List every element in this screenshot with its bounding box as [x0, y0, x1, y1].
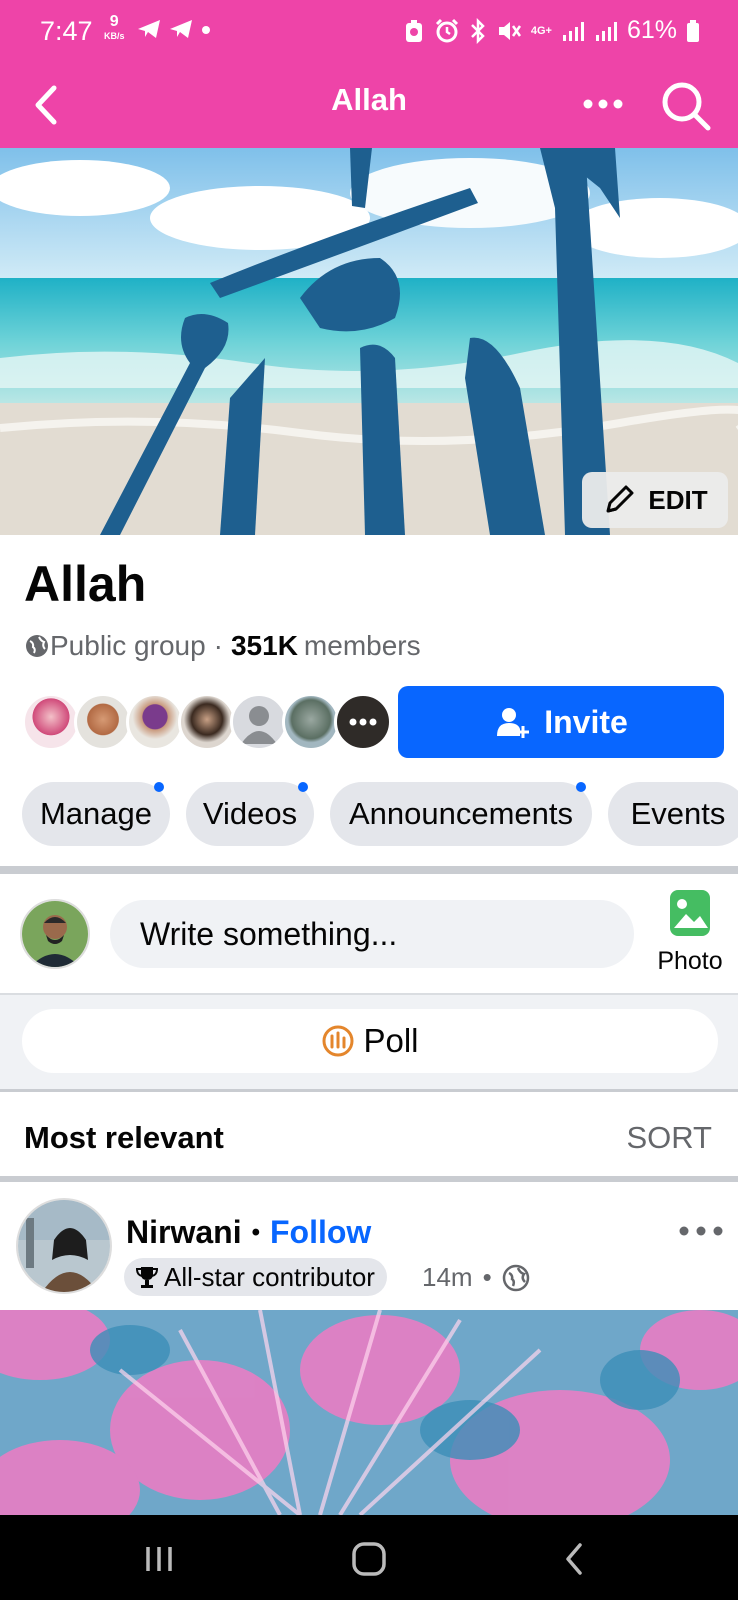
tab-manage[interactable]: Manage	[22, 782, 170, 846]
poll-icon	[322, 1025, 354, 1057]
author-name[interactable]: Nirwani	[126, 1214, 242, 1251]
avatar	[74, 693, 132, 751]
net-speed-unit: KB/s	[104, 31, 125, 41]
battery-icon	[687, 19, 699, 42]
more-horizontal-icon	[349, 718, 377, 726]
trophy-icon	[135, 1267, 159, 1288]
add-person-icon	[497, 708, 530, 738]
divider	[0, 1176, 738, 1182]
photo-button[interactable]: Photo	[645, 888, 735, 978]
meta-separator: ·	[213, 630, 223, 661]
net-speed-value: 9	[109, 13, 119, 30]
notification-dot	[154, 782, 164, 792]
poll-button[interactable]: Poll	[22, 1009, 718, 1073]
avatar-image	[18, 1200, 110, 1292]
battery-level: 61%	[626, 16, 677, 44]
app-header: Allah	[0, 62, 738, 148]
battery-saver-icon	[405, 19, 422, 42]
home-icon[interactable]	[344, 1539, 394, 1579]
telegram-icon	[170, 20, 192, 38]
avatar	[22, 693, 80, 751]
invite-label: Invite	[544, 703, 628, 740]
pencil-icon	[606, 485, 634, 513]
privacy-label: Public group	[50, 630, 206, 661]
edit-label: EDIT	[648, 484, 708, 515]
write-post-input[interactable]: Write something...	[110, 900, 634, 968]
group-meta: Public group · 351K members	[24, 630, 421, 662]
alarm-icon	[435, 18, 458, 42]
notification-icons	[136, 18, 212, 40]
invite-button[interactable]: Invite	[398, 686, 724, 758]
status-time: 7:47	[40, 16, 93, 46]
badge-label: All-star contributor	[164, 1261, 375, 1292]
telegram-icon	[138, 20, 160, 38]
tab-events[interactable]: Events	[608, 782, 738, 846]
status-bar: 7:47 9 KB/s 4G+ 61%	[0, 0, 738, 62]
network-type: 4G+	[530, 24, 552, 37]
back-nav-icon[interactable]	[550, 1539, 600, 1579]
sort-button[interactable]: SORT	[626, 1120, 712, 1156]
photo-icon	[670, 890, 710, 936]
post-author-avatar[interactable]	[16, 1198, 112, 1294]
name-separator: •	[251, 1218, 260, 1246]
poll-label: Poll	[363, 1022, 419, 1059]
group-name[interactable]: Allah	[24, 555, 146, 613]
feed-sort-heading: Most relevant	[24, 1120, 224, 1155]
edit-cover-button[interactable]: EDIT	[582, 472, 728, 528]
member-label[interactable]: members	[304, 630, 421, 662]
globe-icon	[502, 1264, 529, 1291]
post-timestamp: 14m •	[422, 1262, 530, 1293]
search-icon[interactable]	[656, 76, 714, 134]
chip-label: Videos	[202, 796, 298, 831]
post-author: Nirwani • Follow	[126, 1214, 371, 1251]
chip-label: Events	[630, 796, 726, 831]
mute-icon	[498, 21, 521, 40]
avatar	[282, 693, 340, 751]
dot-icon	[202, 26, 210, 34]
divider	[0, 866, 738, 874]
default-avatar-icon	[241, 706, 277, 744]
globe-icon	[26, 635, 48, 657]
member-count[interactable]: 351K	[231, 630, 298, 662]
group-tabs: Manage Videos Announcements Events	[22, 782, 738, 846]
avatar	[230, 693, 288, 751]
follow-button[interactable]: Follow	[270, 1214, 371, 1251]
signal-icon	[562, 21, 584, 41]
page-title: Allah	[331, 82, 407, 117]
notification-dot	[298, 782, 308, 792]
recent-apps-icon[interactable]	[134, 1539, 184, 1579]
bluetooth-icon	[470, 17, 485, 44]
system-nav-bar	[0, 1515, 738, 1600]
time-separator: •	[482, 1262, 492, 1292]
chip-label: Manage	[39, 796, 153, 831]
divider	[0, 1089, 738, 1092]
user-avatar[interactable]	[20, 899, 90, 969]
chip-label: Announcements	[348, 796, 574, 831]
avatar	[126, 693, 184, 751]
post-image[interactable]	[0, 1310, 738, 1515]
more-members-avatar[interactable]	[334, 693, 392, 751]
write-post-placeholder: Write something...	[140, 915, 398, 952]
notification-dot	[576, 782, 586, 792]
more-horizontal-icon[interactable]	[580, 84, 626, 124]
tab-videos[interactable]: Videos	[186, 782, 314, 846]
contributor-badge[interactable]: All-star contributor	[124, 1258, 387, 1296]
more-horizontal-icon[interactable]	[676, 1216, 726, 1246]
tab-announcements[interactable]: Announcements	[330, 782, 592, 846]
post-photo	[0, 1310, 738, 1515]
signal-icon	[595, 21, 617, 41]
time-label[interactable]: 14m	[422, 1262, 473, 1293]
avatar-image	[22, 901, 88, 967]
system-icons: 4G+ 61%	[403, 16, 700, 45]
avatar	[178, 693, 236, 751]
net-speed: 9 KB/s	[104, 14, 125, 42]
photo-label: Photo	[657, 947, 723, 975]
